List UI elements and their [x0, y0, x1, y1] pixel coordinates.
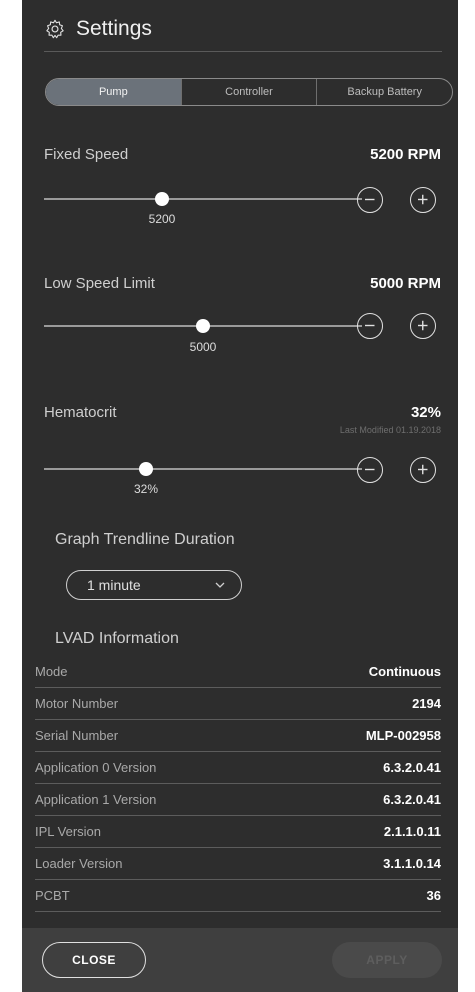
lvad-info-row: Motor Number 2194 — [35, 688, 441, 720]
hematocrit-increase-button[interactable] — [410, 457, 436, 483]
gear-icon — [46, 19, 64, 39]
plus-icon — [418, 320, 428, 331]
lvad-info-value: 2194 — [412, 696, 441, 711]
low-speed-limit-slider-handle[interactable] — [196, 319, 210, 333]
lvad-info-row: Loader Version 3.1.1.0.14 — [35, 848, 441, 880]
plus-icon — [418, 464, 428, 475]
minus-icon — [365, 198, 375, 201]
lvad-info-value: 6.3.2.0.41 — [383, 792, 441, 807]
lvad-info-key: PCBT — [35, 888, 70, 903]
lvad-info-row: PCBT 36 — [35, 880, 441, 912]
hematocrit-label: Hematocrit — [44, 404, 117, 421]
fixed-speed-slider-handle[interactable] — [155, 192, 169, 206]
settings-panel: Settings Pump Controller Backup Battery … — [22, 0, 458, 992]
low-speed-limit-slider-value: 5000 — [189, 340, 217, 354]
tab-backup-battery[interactable]: Backup Battery — [317, 79, 452, 105]
fixed-speed-decrease-button[interactable] — [357, 187, 383, 213]
tab-pump[interactable]: Pump — [46, 79, 182, 105]
fixed-speed-label: Fixed Speed — [44, 146, 129, 163]
lvad-info-value: Continuous — [368, 664, 441, 679]
hematocrit-last-modified: Last Modified 01.19.2018 — [339, 425, 441, 435]
lvad-info-row: IPL Version 2.1.1.0.11 — [35, 816, 441, 848]
close-button[interactable]: CLOSE — [42, 942, 146, 978]
low-speed-limit-label: Low Speed Limit — [44, 275, 155, 292]
lvad-info-key: IPL Version — [35, 824, 102, 839]
lvad-info-row: Application 1 Version 6.3.2.0.41 — [35, 784, 441, 816]
lvad-info-title: LVAD Information — [55, 630, 179, 647]
hematocrit-value: 32% — [410, 404, 441, 421]
lvad-info-key: Serial Number — [35, 728, 119, 743]
lvad-info-value: 3.1.1.0.14 — [383, 856, 441, 871]
lvad-info-key: Mode — [35, 664, 68, 679]
footer: CLOSE APPLY — [22, 928, 458, 992]
hematocrit-slider-value: 32% — [133, 482, 159, 496]
low-speed-limit-increase-button[interactable] — [410, 313, 436, 339]
lvad-info-value: MLP-002958 — [365, 728, 441, 743]
low-speed-limit-slider[interactable]: 5000 — [44, 319, 362, 354]
lvad-info-key: Motor Number — [35, 696, 119, 711]
hematocrit-decrease-button[interactable] — [357, 457, 383, 483]
hematocrit-slider[interactable]: 32% — [44, 462, 362, 496]
tab-controller[interactable]: Controller — [182, 79, 318, 105]
trendline-title: Graph Trendline Duration — [55, 531, 235, 548]
fixed-speed-value: 5200 RPM — [370, 146, 441, 163]
lvad-info-key: Application 0 Version — [35, 760, 157, 775]
hematocrit-slider-handle[interactable] — [139, 462, 153, 476]
low-speed-limit-value: 5000 RPM — [370, 275, 441, 292]
lvad-info-value: 2.1.1.0.11 — [383, 824, 441, 839]
trendline-duration-value: 1 minute — [87, 577, 141, 593]
lvad-info-value: 36 — [426, 888, 441, 903]
minus-icon — [365, 468, 375, 471]
lvad-info-value: 6.3.2.0.41 — [383, 760, 441, 775]
trendline-duration-select[interactable]: 1 minute — [66, 570, 242, 600]
header: Settings — [44, 14, 152, 44]
page-title: Settings — [76, 17, 152, 40]
lvad-info-row: Serial Number MLP-002958 — [35, 720, 441, 752]
lvad-info-key: Loader Version — [35, 856, 123, 871]
lvad-info-row: Application 0 Version 6.3.2.0.41 — [35, 752, 441, 784]
header-divider — [44, 51, 442, 52]
lvad-info-key: Application 1 Version — [35, 792, 157, 807]
apply-button[interactable]: APPLY — [332, 942, 442, 978]
lvad-info-row: Mode Continuous — [35, 656, 441, 688]
minus-icon — [365, 324, 375, 327]
tab-bar: Pump Controller Backup Battery — [45, 78, 453, 106]
chevron-down-icon — [215, 582, 225, 588]
fixed-speed-slider-value: 5200 — [148, 212, 176, 226]
plus-icon — [418, 194, 428, 205]
fixed-speed-slider[interactable]: 5200 — [44, 192, 362, 226]
low-speed-limit-decrease-button[interactable] — [357, 313, 383, 339]
fixed-speed-increase-button[interactable] — [410, 187, 436, 213]
